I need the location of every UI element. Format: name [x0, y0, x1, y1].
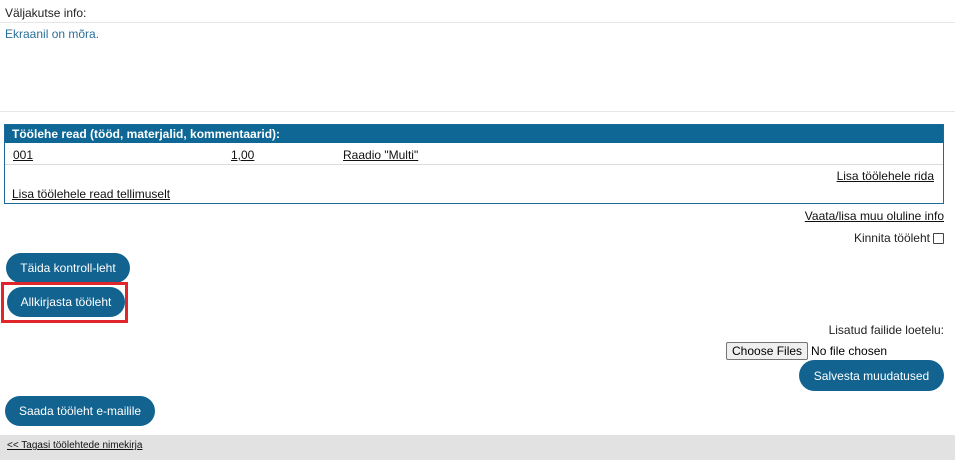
sign-button-highlight — [1, 282, 128, 323]
row-qty-link[interactable]: 1,00 — [231, 148, 254, 162]
footer-bar: << Tagasi töölehtede nimekirja — [0, 435, 955, 460]
add-row-link[interactable]: Lisa töölehele rida — [837, 169, 934, 183]
fill-control-sheet-button[interactable]: Täida kontroll-leht — [6, 253, 130, 283]
attached-files-label: Lisatud failide loetelu: — [828, 323, 944, 337]
confirm-worksheet: Kinnita tööleht — [854, 231, 944, 245]
worksheet-rows-title: Töölehe read (tööd, materjalid, kommenta… — [5, 125, 943, 143]
worksheet-rows-panel: Töölehe read (tööd, materjalid, kommenta… — [4, 124, 944, 204]
more-info-link[interactable]: Vaata/lisa muu oluline info — [805, 209, 944, 223]
call-info-box — [0, 22, 955, 112]
choose-files-button[interactable]: Choose Files — [726, 342, 809, 360]
call-info-label: Väljakutse info: — [5, 6, 87, 20]
confirm-checkbox[interactable] — [933, 232, 944, 244]
row-divider — [5, 164, 943, 165]
save-changes-button[interactable]: Salvesta muudatused — [799, 360, 944, 391]
confirm-label: Kinnita tööleht — [853, 231, 930, 245]
file-status-text: No file chosen — [811, 344, 888, 358]
back-to-list-link[interactable]: << Tagasi töölehtede nimekirja — [7, 440, 142, 451]
row-id-link[interactable]: 001 — [13, 148, 33, 162]
row-name-link[interactable]: Raadio "Multi" — [343, 148, 418, 162]
send-email-button[interactable]: Saada tööleht e-mailile — [5, 396, 155, 426]
call-info-text: Ekraanil on mõra. — [5, 27, 100, 41]
add-rows-from-order-link[interactable]: Lisa töölehele read tellimuselt — [12, 187, 170, 201]
file-input: Choose Files No file chosen — [726, 342, 887, 360]
